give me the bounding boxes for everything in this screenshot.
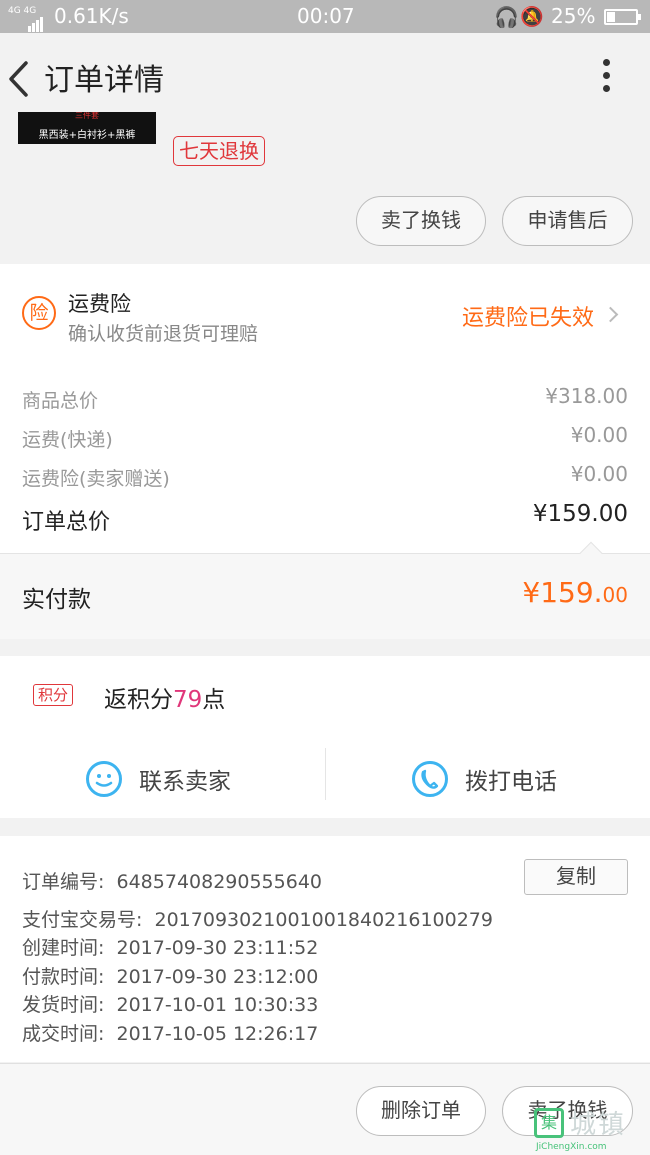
battery-icon xyxy=(604,9,641,25)
paid-time: 付款时间: 2017-09-30 23:12:00 xyxy=(22,966,319,988)
shipping-insurance-value: ¥0.00 xyxy=(570,462,628,486)
more-vertical-icon xyxy=(596,59,616,92)
chevron-right-icon xyxy=(602,306,619,323)
order-number: 订单编号: 64857408290555640 xyxy=(22,871,323,893)
insurance-title: 运费险 xyxy=(68,292,131,316)
watermark-url: JiChengXin.com xyxy=(536,1142,607,1152)
completed-time: 成交时间: 2017-10-05 12:26:17 xyxy=(22,1023,319,1045)
page-title: 订单详情 xyxy=(44,63,164,98)
insurance-subtitle: 确认收货前退货可理赔 xyxy=(68,323,259,345)
call-phone-button[interactable]: 拨打电话 xyxy=(325,748,650,818)
phone-icon xyxy=(412,761,448,797)
battery-percent: 25% xyxy=(551,4,596,28)
points-contact-card: 积分 返积分79点 联系卖家 拨打电话 xyxy=(0,656,650,818)
shipping-label: 运费(快递) xyxy=(22,429,113,451)
chevron-left-icon xyxy=(9,61,28,97)
contact-seller-button[interactable]: 联系卖家 xyxy=(0,748,325,818)
shipped-time: 发货时间: 2017-10-01 10:30:33 xyxy=(22,994,319,1016)
sell-for-cash-button[interactable]: 卖了换钱 xyxy=(356,196,486,246)
thumbnail-caption: 黑西装+白衬衫+黑裤 xyxy=(38,130,136,141)
signal-icon xyxy=(28,8,44,32)
goods-total-label: 商品总价 xyxy=(22,390,99,412)
points-text: 返积分79点 xyxy=(104,687,226,713)
goods-total-value: ¥318.00 xyxy=(545,384,628,408)
headphone-icon: 🎧 xyxy=(494,5,519,29)
seven-day-return-badge: 七天退换 xyxy=(173,136,265,166)
amount-paid-label: 实付款 xyxy=(22,587,91,613)
shipping-insurance-label: 运费险(卖家赠送) xyxy=(22,468,170,490)
delete-order-button[interactable]: 删除订单 xyxy=(356,1086,486,1136)
product-thumbnail[interactable]: 三件套 黑西装+白衬衫+黑裤 xyxy=(18,112,156,144)
insurance-icon: 险 xyxy=(22,296,56,330)
product-section: 三件套 黑西装+白衬衫+黑裤 七天退换 卖了换钱 申请售后 xyxy=(0,112,650,264)
created-time: 创建时间: 2017-09-30 23:11:52 xyxy=(22,937,319,959)
watermark-icon: 集 xyxy=(534,1108,564,1138)
chat-icon xyxy=(86,761,122,797)
network-speed: 0.61K/s xyxy=(54,4,129,28)
order-total-label: 订单总价 xyxy=(22,510,111,535)
app-header: 订单详情 xyxy=(0,33,650,121)
shipping-value: ¥0.00 xyxy=(570,423,628,447)
mute-bell-icon: 🔕 xyxy=(520,6,544,28)
status-bar: 4G 4G 0.61K/s 00:07 🎧 🔕 25% xyxy=(0,0,650,33)
alipay-transaction-number: 支付宝交易号: 2017093021001001840216100279 xyxy=(22,909,493,931)
order-info-card: 订单编号: 64857408290555640 复制 支付宝交易号: 20170… xyxy=(0,836,650,1062)
watermark-text: 城镇 xyxy=(570,1110,627,1140)
points-amount: 79 xyxy=(173,687,203,713)
amount-paid-value: ¥159.00 xyxy=(522,576,628,609)
after-sale-button[interactable]: 申请售后 xyxy=(502,196,633,246)
amount-paid-row: 实付款 ¥159.00 xyxy=(0,541,650,639)
insurance-status: 运费险已失效 xyxy=(462,306,595,331)
clock: 00:07 xyxy=(297,4,355,28)
order-total-value: ¥159.00 xyxy=(532,501,628,527)
watermark-logo: 集 城镇 JiChengXin.com xyxy=(530,1104,648,1154)
more-menu-button[interactable] xyxy=(596,59,616,99)
call-phone-label: 拨打电话 xyxy=(465,769,557,795)
copy-order-number-button[interactable]: 复制 xyxy=(524,859,628,895)
contact-seller-label: 联系卖家 xyxy=(139,769,231,795)
thumbnail-tag: 三件套 xyxy=(75,112,99,120)
points-icon: 积分 xyxy=(33,684,74,706)
back-button[interactable] xyxy=(6,59,34,99)
